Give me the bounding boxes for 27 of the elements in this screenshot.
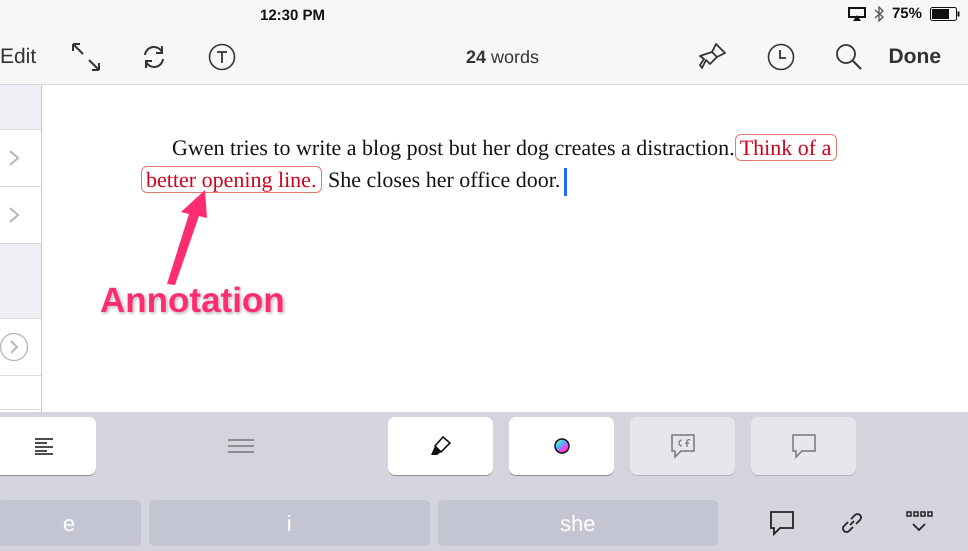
comment-icon	[670, 433, 696, 459]
annotation[interactable]: better opening line.	[141, 166, 322, 193]
comment-icon	[790, 433, 816, 459]
bluetooth-icon	[874, 6, 884, 22]
text-style-icon[interactable]	[208, 42, 236, 70]
color-wheel-icon	[554, 438, 570, 454]
callout-label: Annotation	[100, 280, 285, 322]
document-paragraph[interactable]: Gwen tries to write a blog post but her dog creates a distraction. Think of a better opening line. She closes her office door.	[141, 132, 876, 196]
edit-button[interactable]: Edit	[0, 40, 44, 72]
search-icon[interactable]	[834, 42, 862, 70]
align-left-icon	[34, 437, 54, 455]
color-wheel-button[interactable]	[509, 417, 614, 475]
align-left-button[interactable]	[0, 417, 96, 475]
word-count: 24 words	[466, 46, 540, 69]
highlighter-icon	[428, 434, 452, 458]
status-time: 12:30 PM	[260, 6, 326, 26]
done-button[interactable]: Done	[888, 40, 941, 72]
fullscreen-icon[interactable]	[70, 40, 102, 72]
text-cursor	[564, 168, 568, 196]
comment-icon[interactable]	[769, 510, 795, 536]
annotation[interactable]: Think of a	[734, 134, 838, 161]
airplay-icon	[848, 7, 866, 21]
battery-percent: 75%	[892, 4, 922, 24]
menu-icon[interactable]	[226, 438, 254, 454]
clock-icon[interactable]	[766, 42, 794, 70]
battery-icon	[930, 7, 960, 21]
link-icon[interactable]	[839, 510, 865, 536]
